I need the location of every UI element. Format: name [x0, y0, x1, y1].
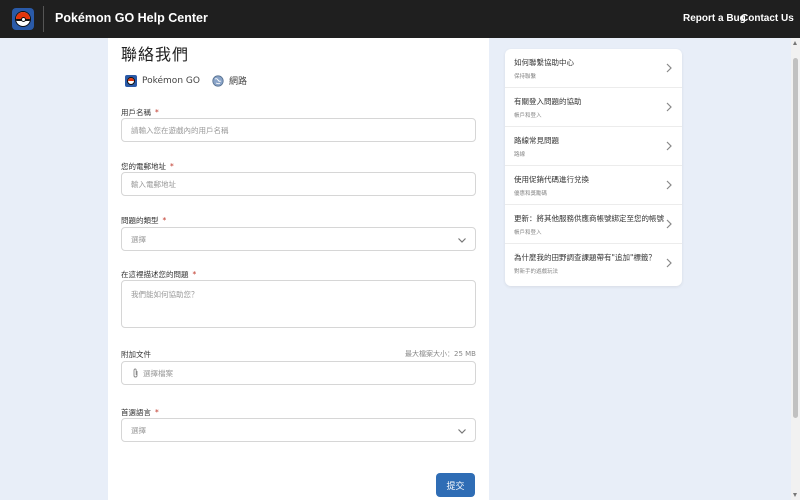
- description-placeholder: 我們能如何協助您？: [131, 290, 199, 299]
- article-category: 帳戶和登入: [514, 113, 542, 119]
- choose-file-label: 選擇檔案: [143, 368, 173, 378]
- chevron-right-icon: [666, 258, 672, 268]
- chevron-right-icon: [666, 102, 672, 112]
- description-textarea[interactable]: 我們能如何協助您？: [121, 280, 476, 328]
- article-title: 如何聯繫協助中心: [514, 58, 574, 67]
- language-label: 首選語言 *: [121, 408, 159, 417]
- attachment-label: 附加文件: [121, 350, 151, 359]
- language-select[interactable]: 選擇: [121, 418, 476, 442]
- issue-type-label: 問題的類型 *: [121, 216, 167, 225]
- article-title: 更新：將其他服務供應商帳號綁定至您的帳號: [514, 214, 664, 223]
- article-category: 帳戶和登入: [514, 230, 542, 236]
- paperclip-icon: [133, 368, 138, 378]
- product-platform-row: Pokémon GO 網路: [125, 74, 247, 87]
- article-category: 路線: [514, 152, 526, 158]
- email-label: 您的電郵地址 *: [121, 162, 174, 171]
- article-item[interactable]: 如何聯繫協助中心 保持聯繫: [505, 49, 682, 88]
- contact-us-link[interactable]: Contact Us: [741, 13, 794, 24]
- max-file-size-note: 最大檔案大小：25 MB: [405, 350, 476, 358]
- article-item[interactable]: 為什麼我的田野調查課題帶有"追加"標籤？ 對新手的遊戲玩法: [505, 244, 682, 283]
- article-title: 有關登入問題的協助: [514, 97, 582, 106]
- article-category: 優惠和獎勵碼: [514, 191, 548, 197]
- related-articles-panel: 如何聯繫協助中心 保持聯繫 有關登入問題的協助 帳戶和登入 路線常見問題 路線 …: [505, 49, 682, 286]
- globe-icon: [212, 74, 224, 87]
- email-input[interactable]: 輸入電郵地址: [121, 172, 476, 196]
- report-bug-link[interactable]: Report a Bug: [683, 13, 746, 24]
- article-title: 為什麼我的田野調查課題帶有"追加"標籤？: [514, 253, 656, 262]
- article-category: 對新手的遊戲玩法: [514, 269, 559, 275]
- product-name: Pokémon GO: [142, 75, 200, 86]
- article-title: 使用促銷代碼進行兌換: [514, 175, 589, 184]
- page-scrollbar[interactable]: [791, 38, 800, 500]
- article-title: 路線常見問題: [514, 136, 559, 145]
- pokemon-go-icon: [125, 74, 137, 87]
- site-title[interactable]: Pokémon GO Help Center: [55, 11, 208, 25]
- scroll-up-arrow-icon[interactable]: [793, 41, 797, 45]
- article-item[interactable]: 路線常見問題 路線: [505, 127, 682, 166]
- article-item[interactable]: 有關登入問題的協助 帳戶和登入: [505, 88, 682, 127]
- submit-button[interactable]: 提交: [436, 473, 475, 497]
- pokeball-logo-icon[interactable]: [12, 8, 34, 30]
- email-placeholder: 輸入電郵地址: [131, 179, 176, 189]
- scrollbar-thumb[interactable]: [793, 58, 798, 418]
- platform-name: 網路: [228, 77, 247, 87]
- chevron-right-icon: [666, 63, 672, 73]
- article-category: 保持聯繫: [514, 74, 537, 80]
- issue-type-selected: 選擇: [131, 234, 146, 244]
- form-title: 聯絡我們: [121, 45, 190, 64]
- chevron-right-icon: [666, 219, 672, 229]
- chevron-right-icon: [666, 180, 672, 190]
- chevron-right-icon: [666, 141, 672, 151]
- chevron-down-icon: [458, 238, 466, 243]
- article-item[interactable]: 使用促銷代碼進行兌換 優惠和獎勵碼: [505, 166, 682, 205]
- choose-file-button[interactable]: 選擇檔案: [121, 361, 476, 385]
- username-label: 用戶名稱 *: [121, 108, 159, 117]
- issue-type-select[interactable]: 選擇: [121, 227, 476, 251]
- username-placeholder: 請輸入您在遊戲內的用戶名稱: [131, 125, 229, 135]
- username-input[interactable]: 請輸入您在遊戲內的用戶名稱: [121, 118, 476, 142]
- top-navigation-bar: Pokémon GO Help Center Report a Bug Cont…: [0, 0, 800, 38]
- contact-form-panel: 聯絡我們 Pokémon GO 網路 用戶名稱 * 請輸入您在遊戲內的用戶名稱 您…: [108, 38, 489, 500]
- description-label: 在這裡描述您的問題 *: [121, 270, 197, 279]
- chevron-down-icon: [458, 429, 466, 434]
- scroll-down-arrow-icon[interactable]: [793, 493, 797, 497]
- article-item[interactable]: 更新：將其他服務供應商帳號綁定至您的帳號 帳戶和登入: [505, 205, 682, 244]
- header-divider: [43, 6, 44, 32]
- language-selected: 選擇: [131, 425, 146, 435]
